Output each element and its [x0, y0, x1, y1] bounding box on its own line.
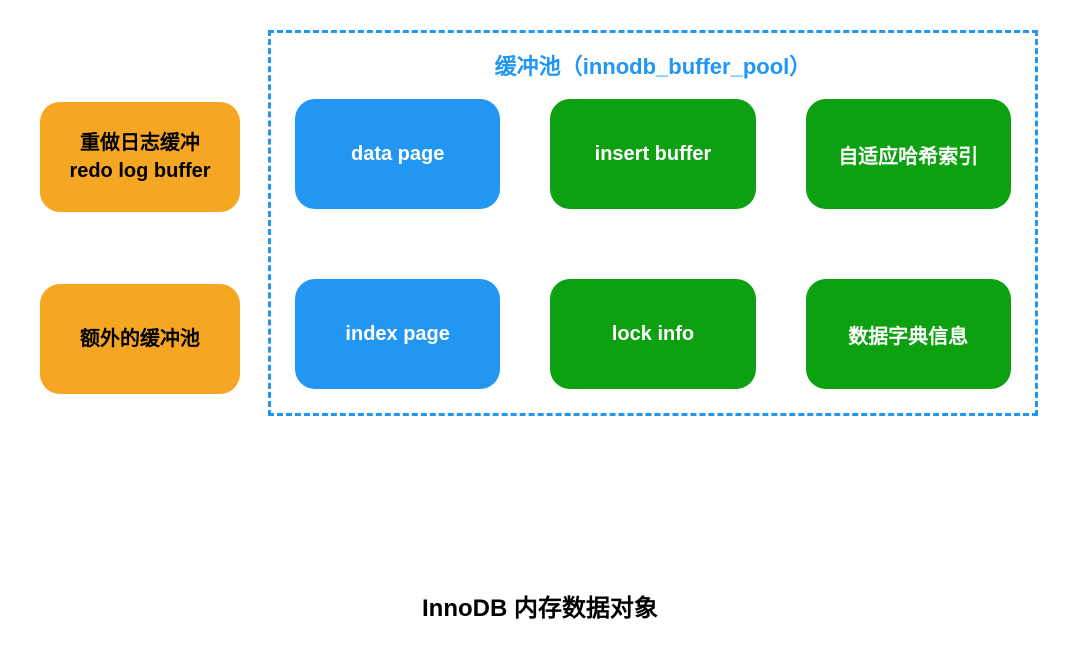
main-layout: 重做日志缓冲 redo log buffer 额外的缓冲池 缓冲池（innodb… [40, 30, 1040, 416]
extra-buffer-pool-box: 额外的缓冲池 [40, 284, 240, 394]
pool-grid: data page insert buffer 自适应哈希索引 index pa… [295, 99, 1011, 389]
buffer-pool-title: 缓冲池（innodb_buffer_pool） [295, 49, 1011, 81]
data-dictionary-box: 数据字典信息 [806, 279, 1011, 389]
redo-log-label-line1: 重做日志缓冲 [80, 129, 200, 157]
data-dictionary-label: 数据字典信息 [848, 320, 968, 349]
data-page-box: data page [295, 99, 500, 209]
pool-row-1: data page insert buffer 自适应哈希索引 [295, 99, 1011, 209]
insert-buffer-label: insert buffer [595, 143, 712, 166]
extra-pool-label: 额外的缓冲池 [80, 325, 200, 353]
adaptive-hash-label: 自适应哈希索引 [838, 140, 978, 169]
redo-log-buffer-box: 重做日志缓冲 redo log buffer [40, 102, 240, 212]
lock-info-box: lock info [550, 279, 755, 389]
insert-buffer-box: insert buffer [550, 99, 755, 209]
index-page-label: index page [345, 323, 449, 346]
data-page-label: data page [351, 143, 444, 166]
redo-log-label-line2: redo log buffer [69, 157, 210, 185]
adaptive-hash-index-box: 自适应哈希索引 [806, 99, 1011, 209]
diagram-caption: InnoDB 内存数据对象 [0, 588, 1080, 623]
index-page-box: index page [295, 279, 500, 389]
buffer-pool-container: 缓冲池（innodb_buffer_pool） data page insert… [268, 30, 1038, 416]
diagram-container: 重做日志缓冲 redo log buffer 额外的缓冲池 缓冲池（innodb… [0, 0, 1080, 446]
left-column: 重做日志缓冲 redo log buffer 额外的缓冲池 [40, 30, 240, 394]
lock-info-label: lock info [612, 323, 694, 346]
pool-row-2: index page lock info 数据字典信息 [295, 279, 1011, 389]
